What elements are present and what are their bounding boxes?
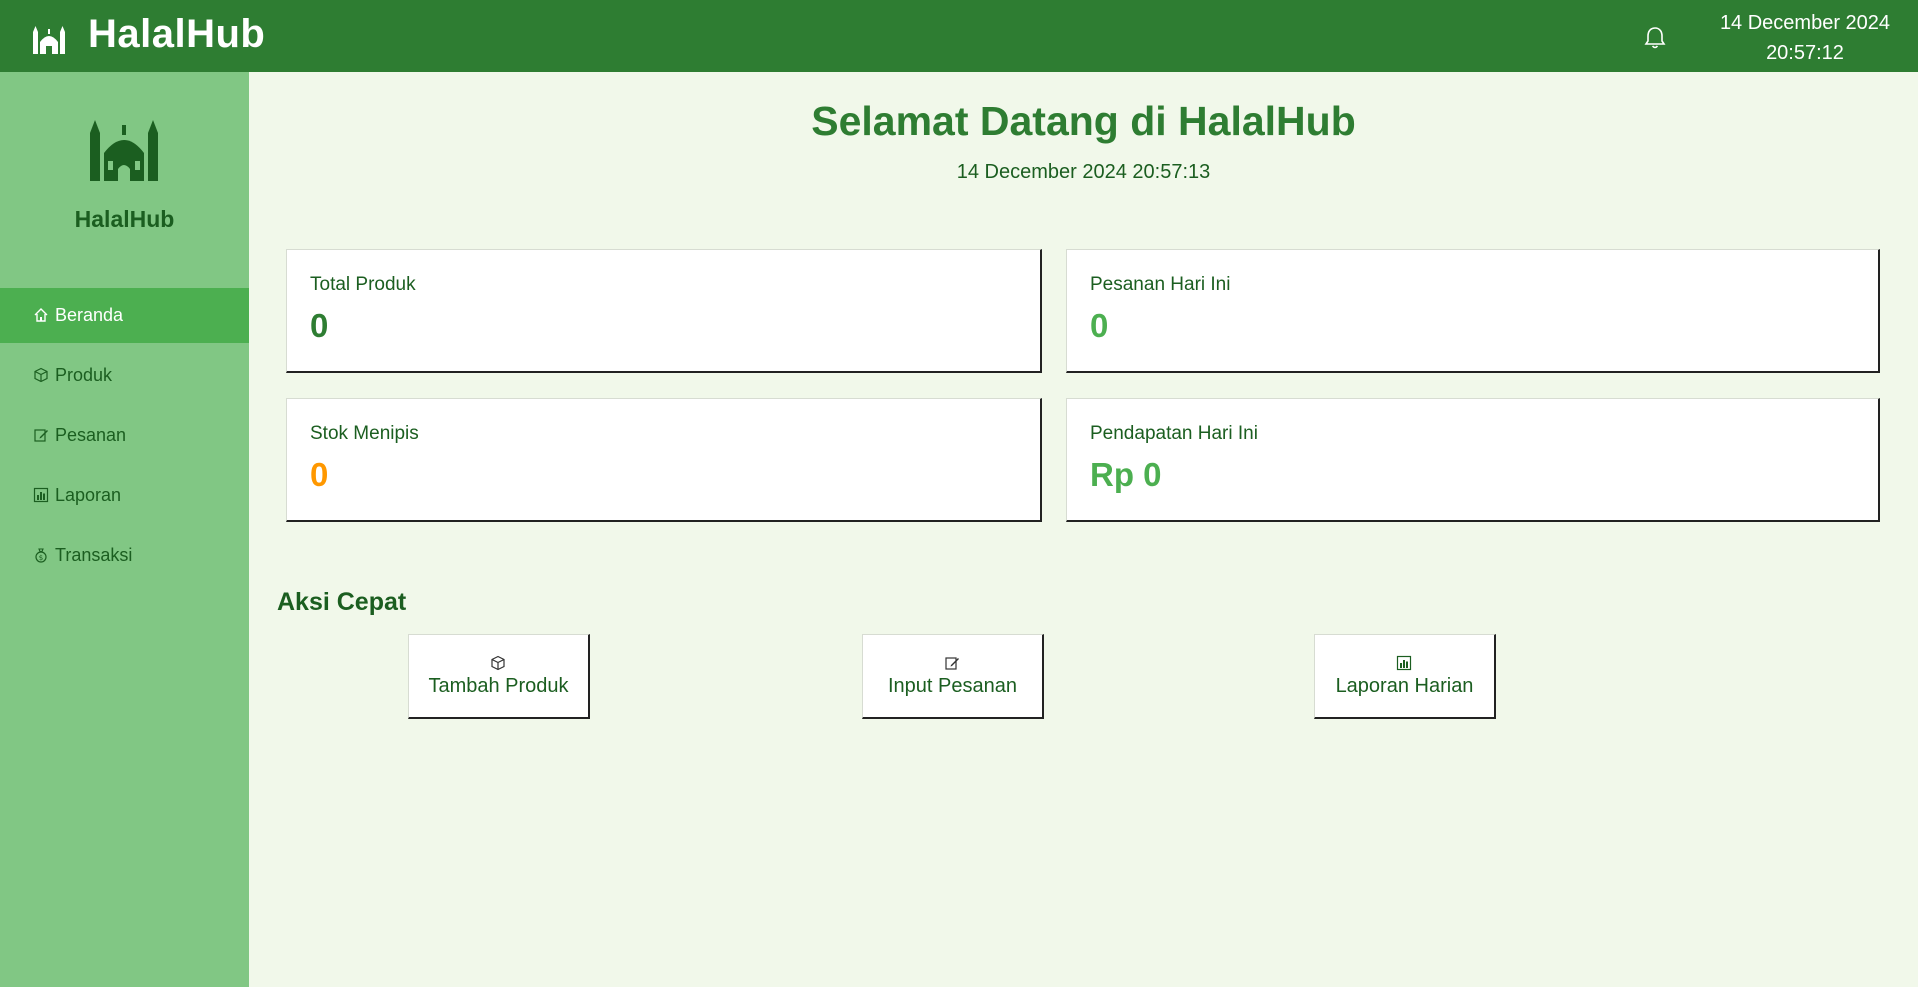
stat-value: 0 — [310, 307, 329, 344]
stat-label: Pendapatan Hari Ini — [1090, 423, 1258, 444]
sidebar-item-beranda[interactable]: Beranda — [0, 288, 249, 343]
quick-action-label: Input Pesanan — [888, 674, 1017, 697]
stat-label: Pesanan Hari Ini — [1090, 274, 1231, 295]
header-clock: 14 December 2024 20:57:12 — [1700, 8, 1910, 68]
sidebar-item-pesanan[interactable]: Pesanan — [0, 408, 249, 463]
stat-value: 0 — [1090, 307, 1109, 344]
edit-icon — [944, 655, 962, 673]
header-time: 20:57:12 — [1766, 42, 1844, 64]
add-product-button[interactable]: Tambah Produk — [408, 634, 590, 719]
bar-chart-icon — [33, 487, 51, 505]
mosque-icon — [89, 117, 159, 181]
sidebar-item-label: Laporan — [55, 485, 122, 505]
sidebar-item-laporan[interactable]: Laporan — [0, 468, 249, 523]
stat-label: Total Produk — [310, 274, 416, 295]
quick-action-label: Laporan Harian — [1335, 674, 1474, 697]
sidebar-item-transaksi[interactable]: $ Transaksi — [0, 528, 249, 583]
welcome-datetime: 14 December 2024 20:57:13 — [956, 161, 1211, 183]
stat-card-total-produk: Total Produk 0 — [286, 249, 1042, 373]
sidebar-item-label: Produk — [55, 365, 113, 385]
stat-value: 0 — [310, 456, 329, 493]
stat-card-pendapatan-hari-ini: Pendapatan Hari Ini Rp 0 — [1066, 398, 1880, 522]
package-icon — [33, 367, 51, 385]
stat-card-stok-menipis: Stok Menipis 0 — [286, 398, 1042, 522]
input-order-button[interactable]: Input Pesanan — [862, 634, 1044, 719]
package-icon — [490, 655, 508, 673]
app-title: HalalHub — [88, 12, 266, 56]
daily-report-button[interactable]: Laporan Harian — [1314, 634, 1496, 719]
quick-action-label: Tambah Produk — [428, 674, 569, 697]
sidebar-brand-name: HalalHub — [74, 206, 175, 232]
welcome-title: Selamat Datang di HalalHub — [811, 98, 1356, 144]
sidebar-item-produk[interactable]: Produk — [0, 348, 249, 403]
mosque-icon — [32, 24, 66, 54]
sidebar-item-label: Beranda — [55, 305, 124, 325]
stat-label: Stok Menipis — [310, 423, 419, 444]
bar-chart-icon — [1396, 655, 1414, 673]
sidebar-item-label: Transaksi — [55, 545, 133, 565]
sidebar: HalalHub Beranda Produk Pesanan Laporan … — [0, 72, 249, 987]
stat-card-pesanan-hari-ini: Pesanan Hari Ini 0 — [1066, 249, 1880, 373]
sidebar-item-label: Pesanan — [55, 425, 127, 445]
edit-icon — [33, 427, 51, 445]
money-bag-icon: $ — [33, 547, 51, 565]
home-icon — [33, 307, 51, 325]
top-header: HalalHub 14 December 2024 20:57:12 — [0, 0, 1918, 72]
svg-text:$: $ — [39, 554, 43, 562]
stat-value: Rp 0 — [1090, 456, 1162, 493]
bell-icon[interactable] — [1643, 25, 1667, 51]
quick-actions-title: Aksi Cepat — [277, 588, 407, 616]
header-date: 14 December 2024 — [1719, 12, 1891, 34]
